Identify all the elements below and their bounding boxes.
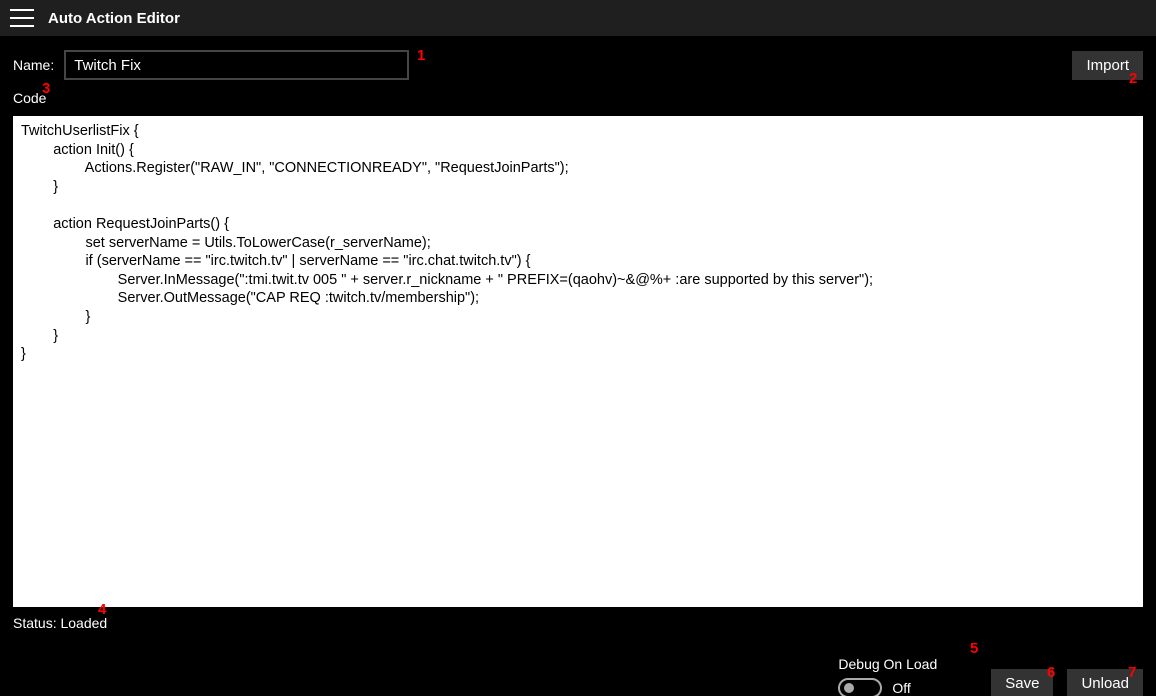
titlebar: Auto Action Editor <box>0 0 1156 36</box>
window-title: Auto Action Editor <box>48 10 180 27</box>
name-row: Name: Import <box>13 50 1143 80</box>
save-button[interactable]: Save <box>991 669 1053 696</box>
debug-on-load-label: Debug On Load <box>838 656 937 672</box>
code-label: Code <box>13 90 1143 106</box>
content-area: Name: Import Code TwitchUserlistFix { ac… <box>0 36 1156 631</box>
code-editor[interactable]: TwitchUserlistFix { action Init() { Acti… <box>13 116 1143 607</box>
unload-button[interactable]: Unload <box>1067 669 1143 696</box>
bottom-controls: Debug On Load Off Save Unload <box>838 656 1143 696</box>
name-input[interactable] <box>64 50 409 80</box>
debug-on-load-block: Debug On Load Off <box>838 656 937 696</box>
debug-on-load-state: Off <box>892 680 910 696</box>
toggle-knob <box>844 683 854 693</box>
annotation-5: 5 <box>970 640 978 657</box>
menu-icon[interactable] <box>10 9 34 27</box>
debug-on-load-toggle[interactable] <box>838 678 882 696</box>
name-label: Name: <box>13 57 54 73</box>
import-button[interactable]: Import <box>1072 51 1143 80</box>
debug-toggle-row: Off <box>838 678 937 696</box>
status-text: Status: Loaded <box>13 615 1143 631</box>
